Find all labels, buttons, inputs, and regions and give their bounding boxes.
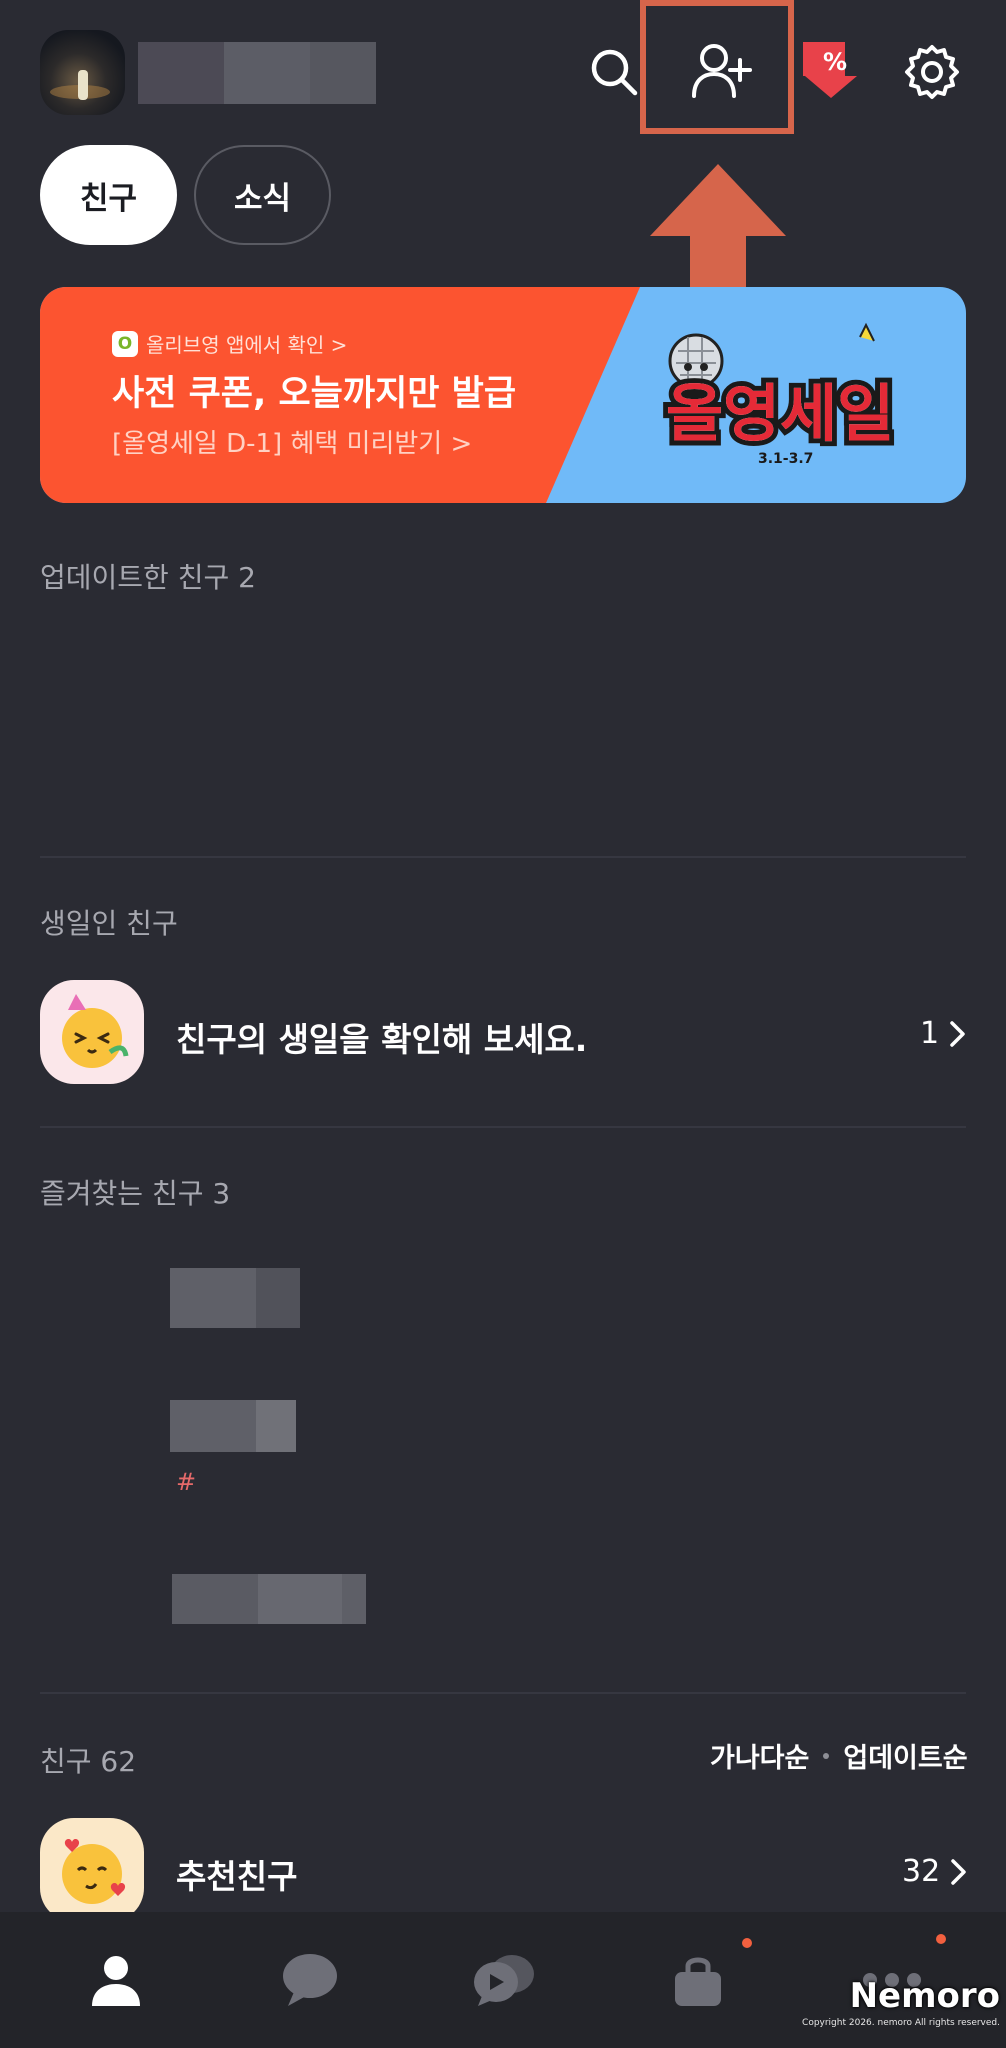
chat-tab-icon[interactable]: [270, 1940, 350, 2020]
sale-logo-title-fill: 올영세일: [666, 377, 894, 450]
notification-dot: [742, 1938, 752, 1948]
banner-link: [올영세일 D-1] 혜택 미리받기 >: [112, 429, 473, 459]
watermark-copyright: Copyright 2026. nemoro All rights reserv…: [802, 2018, 1000, 2028]
shopping-tab-icon[interactable]: [658, 1940, 738, 2020]
recommended-emoji-icon[interactable]: [40, 1818, 144, 1922]
tab-news-label: 소식: [233, 180, 292, 217]
recommended-friends-label[interactable]: 추천친구: [176, 1850, 297, 1898]
coupon-icon[interactable]: %: [795, 36, 859, 100]
divider: [40, 856, 966, 858]
banner-source: O 올리브영 앱에서 확인 >: [112, 329, 347, 358]
watermark: Nemoro Copyright 2026. nemoro All rights…: [800, 1976, 1000, 2028]
recommended-count-value: 32: [902, 1854, 941, 1889]
watermark-brand: Nemoro: [849, 1976, 1000, 2016]
svg-text:%: %: [823, 48, 847, 76]
divider: [40, 1126, 966, 1128]
section-updated-title: 업데이트한 친구 2: [40, 561, 256, 594]
sale-logo-art: 올영세일 올영세일 3.1-3.7: [661, 322, 899, 467]
highlight-box: [640, 0, 794, 134]
favorite-friend-status: #: [176, 1468, 197, 1496]
oliveyoung-logo-icon: O: [112, 330, 138, 357]
divider: [40, 1692, 966, 1694]
favorite-friend-name-blurred: [258, 1574, 342, 1624]
favorite-friend-name-blurred: [256, 1400, 296, 1452]
sort-updated-button[interactable]: 업데이트순: [843, 1736, 967, 1775]
recommended-count[interactable]: 32: [902, 1854, 970, 1889]
separator-dot: [823, 1752, 830, 1759]
banner-title: 사전 쿠폰, 오늘까지만 발급: [112, 374, 517, 414]
birthday-prompt[interactable]: 친구의 생일을 확인해 보세요.: [176, 1013, 587, 1061]
birthday-emoji-icon[interactable]: [40, 980, 144, 1084]
tab-news[interactable]: 소식: [194, 145, 331, 245]
favorite-friend-name-blurred[interactable]: [172, 1574, 258, 1624]
favorite-friend-name-blurred[interactable]: [170, 1400, 256, 1452]
friends-tab-icon[interactable]: [76, 1940, 156, 2020]
settings-icon[interactable]: [896, 36, 968, 108]
sort-options: 가나다순 업데이트순: [710, 1736, 968, 1775]
favorite-friend-name-blurred[interactable]: [170, 1268, 256, 1328]
sort-alpha-button[interactable]: 가나다순: [710, 1736, 809, 1775]
banner-source-text: 올리브영 앱에서 확인 >: [146, 333, 348, 357]
birthday-count[interactable]: 1: [920, 1016, 969, 1051]
tab-friends-label: 친구: [79, 180, 138, 217]
favorite-friend-name-blurred: [256, 1268, 300, 1328]
notification-dot: [936, 1934, 946, 1944]
section-birthday-title: 생일인 친구: [40, 907, 178, 940]
section-friends-title: 친구 62: [40, 1745, 137, 1778]
profile-name-blurred: [224, 42, 310, 104]
section-favorites-title: 즐겨찾는 친구 3: [40, 1177, 231, 1210]
chevron-right-icon: [950, 1020, 965, 1047]
favorite-friend-name-blurred: [342, 1574, 366, 1624]
promo-banner[interactable]: O 올리브영 앱에서 확인 > 사전 쿠폰, 오늘까지만 발급 [올영세일 D-…: [40, 287, 966, 503]
sale-logo-dates: 3.1-3.7: [758, 451, 813, 467]
chevron-right-icon: [951, 1858, 966, 1885]
tab-friends[interactable]: 친구: [40, 145, 177, 245]
openchat-tab-icon[interactable]: [464, 1940, 544, 2020]
birthday-count-value: 1: [920, 1016, 940, 1051]
profile-name-blurred: [138, 42, 224, 104]
profile-name-blurred: [310, 42, 376, 104]
profile-avatar[interactable]: [40, 30, 125, 115]
